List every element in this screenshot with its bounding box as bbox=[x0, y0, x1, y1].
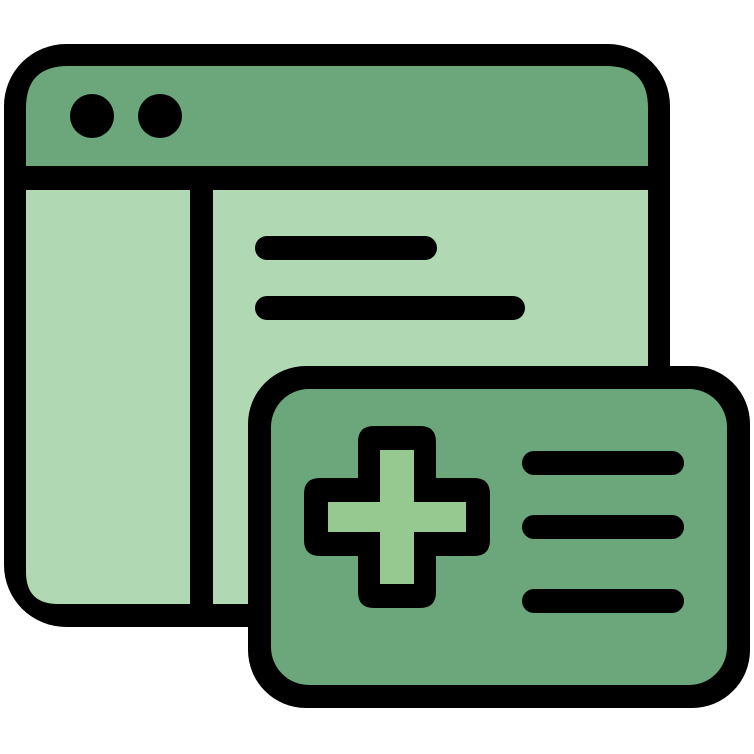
browser-titlebar bbox=[26, 66, 648, 166]
content-line-2 bbox=[255, 296, 525, 320]
icon-canvas bbox=[0, 0, 754, 754]
content-line-1 bbox=[255, 236, 437, 260]
medical-web-page-icon bbox=[4, 44, 750, 708]
window-dot-1 bbox=[70, 94, 114, 138]
titlebar-divider bbox=[26, 166, 648, 190]
sidebar-divider bbox=[190, 190, 213, 604]
window-dot-2 bbox=[138, 94, 182, 138]
browser-sidebar bbox=[26, 190, 190, 604]
